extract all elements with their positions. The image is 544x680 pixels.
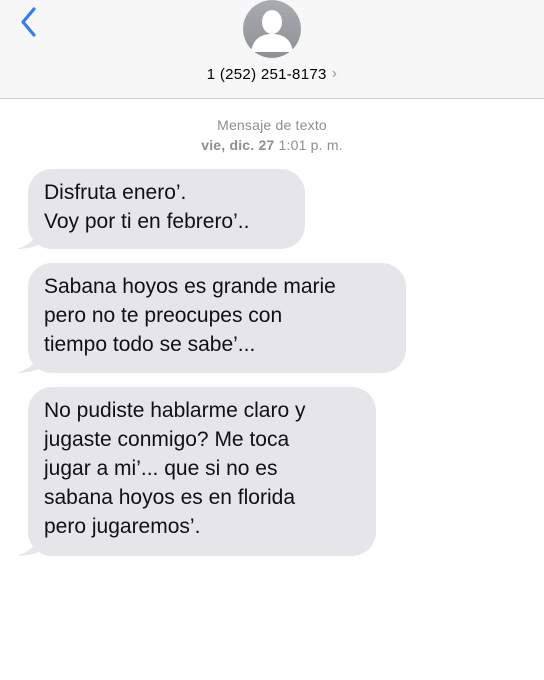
message-line: pero jugaremos’. — [44, 515, 201, 538]
message-line: sabana hoyos es en florida — [44, 486, 296, 509]
time-label: 1:01 p. m. — [278, 137, 343, 153]
message-bubble[interactable]: No pudiste hablarme claro y jugaste conm… — [16, 387, 376, 556]
chevron-left-icon — [21, 7, 36, 37]
chevron-right-icon: › — [331, 65, 338, 82]
message-line: No pudiste hablarme claro y — [44, 399, 306, 422]
timestamp: vie, dic. 27 1:01 p. m. — [0, 137, 544, 153]
contact-name[interactable]: 1 (252) 251-8173 › — [0, 62, 544, 86]
bubble-tail — [16, 353, 42, 373]
navigation-header: 1 (252) 251-8173 › — [0, 0, 544, 99]
message-bubble[interactable]: Sabana hoyos es grande marie pero no te … — [16, 263, 406, 373]
date-label: vie, dic. 27 — [201, 137, 275, 153]
message-line: Sabana hoyos es grande marie — [44, 275, 336, 298]
bubble-tail — [16, 229, 42, 249]
message-line: pero no te preocupes con — [44, 304, 283, 327]
contact-number: 1 (252) 251-8173 — [206, 65, 327, 83]
message-line: jugaste conmigo? Me toca — [44, 428, 290, 451]
service-label: Mensaje de texto — [217, 117, 327, 133]
bubble-tail — [16, 536, 42, 556]
person-silhouette-icon — [243, 0, 301, 58]
message-bubble[interactable]: Disfruta enero’. Voy por ti en febrero’.… — [16, 169, 305, 249]
back-button[interactable] — [14, 4, 44, 40]
message-line: jugar a mi’... que si no es — [44, 457, 278, 480]
message-line: tiempo todo se sabe’... — [44, 333, 256, 356]
contact-avatar[interactable] — [243, 0, 301, 58]
message-line: Disfruta enero’. — [44, 181, 187, 204]
message-line: Voy por ti en febrero’.. — [44, 210, 250, 233]
